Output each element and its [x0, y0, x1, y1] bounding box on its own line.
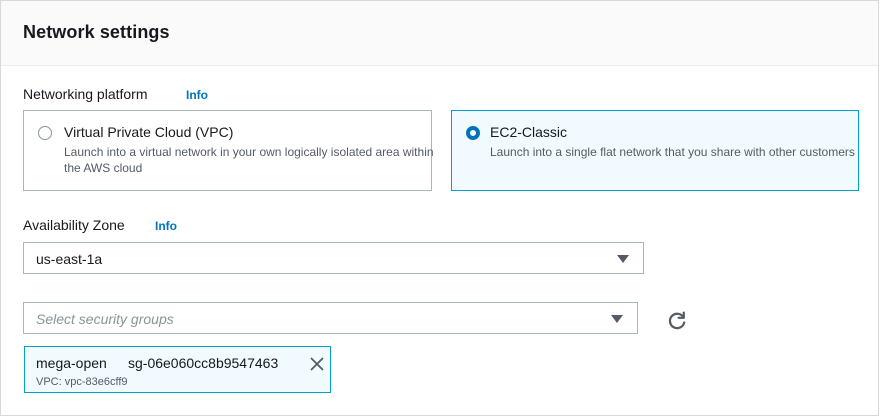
security-groups-placeholder: Select security groups	[36, 311, 174, 327]
dismiss-token-button[interactable]	[309, 356, 325, 372]
availability-zone-info-link[interactable]: Info	[155, 219, 177, 233]
caret-down-icon	[611, 315, 623, 323]
close-icon	[310, 357, 324, 371]
caret-down-icon	[617, 255, 629, 263]
tile-vpc-description: Launch into a virtual network in your ow…	[64, 145, 434, 175]
panel-title: Network settings	[23, 22, 170, 42]
availability-zone-label: Availability Zone	[23, 217, 125, 233]
availability-zone-select[interactable]: us-east-1a	[23, 242, 644, 274]
tile-ec2-classic-description: Launch into a single flat network that y…	[490, 145, 855, 159]
network-settings-panel: Network settings Networking platform Inf…	[0, 0, 879, 416]
tile-vpc[interactable]: Virtual Private Cloud (VPC) Launch into …	[23, 110, 434, 191]
refresh-button[interactable]	[665, 309, 689, 333]
security-groups-select[interactable]: Select security groups	[23, 302, 638, 334]
panel-header: Network settings	[1, 1, 878, 66]
availability-zone-value: us-east-1a	[36, 251, 103, 267]
token-vpc-id: VPC: vpc-83e6cff9	[36, 376, 128, 388]
refresh-icon	[668, 311, 686, 330]
radio-ec2-classic[interactable]	[466, 126, 480, 140]
tile-ec2-classic-title: EC2-Classic	[490, 124, 568, 140]
security-group-token: mega-open sg-06e060cc8b9547463 VPC: vpc-…	[24, 346, 331, 393]
token-group-name: mega-open	[36, 355, 107, 371]
radio-vpc[interactable]	[38, 126, 52, 140]
tile-vpc-title: Virtual Private Cloud (VPC)	[64, 124, 234, 140]
tile-ec2-classic[interactable]: EC2-Classic Launch into a single flat ne…	[451, 110, 859, 191]
token-group-id: sg-06e060cc8b9547463	[128, 355, 279, 371]
networking-platform-label: Networking platform	[23, 86, 148, 102]
networking-info-link[interactable]: Info	[186, 88, 208, 102]
